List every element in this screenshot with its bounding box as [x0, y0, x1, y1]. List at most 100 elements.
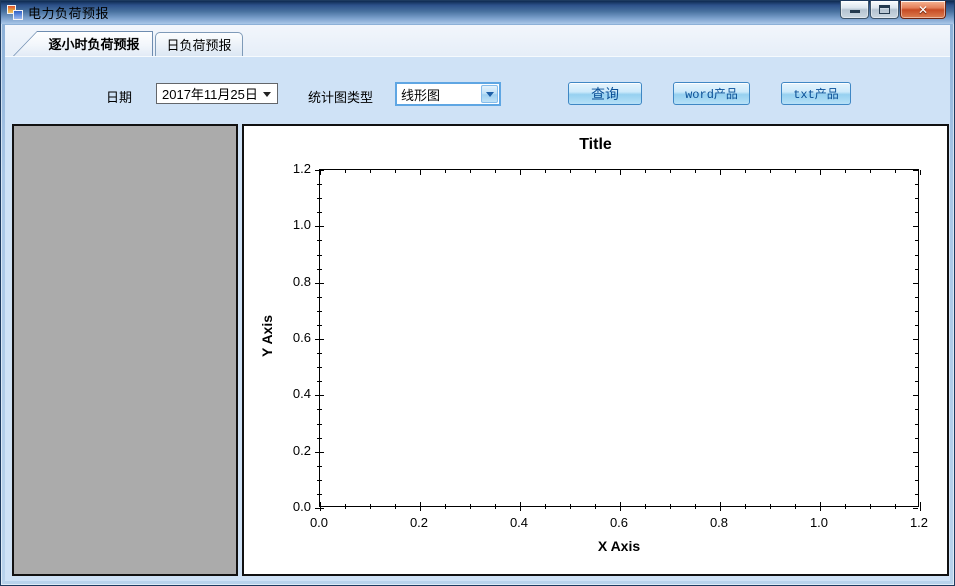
- window-title: 电力负荷预报: [28, 6, 110, 21]
- txt-export-button[interactable]: txt产品: [781, 82, 851, 105]
- tick-mark: [915, 493, 918, 495]
- tick-mark: [915, 324, 918, 326]
- tick-label: 0.2: [409, 515, 429, 530]
- tick-mark: [915, 310, 918, 312]
- tick-mark: [315, 395, 324, 397]
- tick-mark: [795, 504, 796, 509]
- tick-mark: [695, 504, 696, 509]
- tick-label: 0.6: [292, 330, 311, 345]
- app-icon-front-square: [13, 10, 23, 20]
- close-button[interactable]: ✕: [900, 1, 946, 19]
- tick-mark: [317, 353, 322, 355]
- left-panel: [12, 124, 238, 576]
- tick-mark: [317, 437, 322, 439]
- date-picker[interactable]: 2017年11月25日: [156, 83, 278, 104]
- tick-mark: [495, 504, 496, 509]
- tick-mark: [915, 381, 918, 383]
- tick-mark: [317, 324, 322, 326]
- tick-mark: [920, 170, 921, 175]
- word-export-button[interactable]: word产品: [673, 82, 750, 105]
- tick-mark: [915, 212, 918, 214]
- tick-mark: [745, 170, 746, 173]
- tick-mark: [317, 198, 322, 200]
- tick-mark: [913, 170, 918, 171]
- maximize-icon: [879, 5, 890, 14]
- tab-daily-forecast[interactable]: 日负荷预报: [155, 32, 243, 56]
- tab-hourly-forecast[interactable]: 逐小时负荷预报: [13, 31, 153, 56]
- tick-mark: [370, 504, 371, 509]
- tick-mark: [915, 198, 918, 200]
- chart-type-select[interactable]: 线形图: [395, 82, 501, 106]
- tick-mark: [315, 170, 324, 171]
- tick-mark: [317, 240, 322, 242]
- window-controls: ✕: [840, 1, 946, 19]
- tick-mark: [317, 381, 322, 383]
- tick-mark: [870, 170, 871, 173]
- date-picker-value: 2017年11月25日: [162, 87, 258, 102]
- tick-label: 0.0: [309, 515, 329, 530]
- tick-mark: [915, 268, 918, 270]
- tick-mark: [470, 504, 471, 509]
- chart-type-dropdown-button[interactable]: [481, 85, 498, 103]
- tick-mark: [420, 170, 421, 175]
- tick-label: 1.0: [809, 515, 829, 530]
- tick-label: 0.4: [509, 515, 529, 530]
- tick-mark: [320, 502, 321, 511]
- tick-mark: [470, 170, 471, 173]
- tick-mark: [317, 493, 322, 495]
- tick-mark: [570, 504, 571, 509]
- tick-label: 0.8: [709, 515, 729, 530]
- tick-mark: [915, 437, 918, 439]
- tick-mark: [317, 296, 322, 298]
- tick-mark: [315, 226, 324, 228]
- tick-mark: [645, 170, 646, 173]
- close-icon: ✕: [917, 2, 929, 17]
- tick-mark: [317, 254, 322, 256]
- tick-mark: [370, 170, 371, 173]
- chart-panel: Title Y Axis X Axis 0.0 0.2 0.4 0.6 0.8 1.0 1.…: [242, 124, 949, 576]
- tick-mark: [317, 310, 322, 312]
- tick-mark: [845, 504, 846, 509]
- query-button[interactable]: 查询: [568, 82, 642, 105]
- tick-mark: [913, 508, 918, 509]
- tab-page-hourly: 日期 2017年11月25日 统计图类型 线形图 查询 word产品 txt产品…: [5, 56, 950, 581]
- tick-mark: [570, 170, 571, 173]
- tick-label: 0.8: [292, 273, 311, 289]
- chevron-down-icon: [485, 91, 494, 97]
- tick-mark: [913, 451, 918, 453]
- tick-mark: [895, 170, 896, 173]
- tick-mark: [915, 465, 918, 467]
- maximize-button[interactable]: [870, 1, 899, 19]
- tick-mark: [620, 502, 621, 511]
- tick-mark: [913, 339, 918, 340]
- tab-strip: 逐小时负荷预报 日负荷预报: [5, 25, 950, 56]
- tick-mark: [915, 240, 918, 242]
- x-axis-label: X Axis: [597, 538, 641, 554]
- tick-label: 0.0: [292, 499, 311, 514]
- tick-mark: [545, 504, 546, 509]
- tick-mark: [913, 226, 918, 228]
- tick-mark: [595, 504, 596, 509]
- tick-label: 1.0: [292, 217, 311, 233]
- tick-mark: [915, 296, 918, 298]
- tick-mark: [315, 508, 324, 509]
- tick-label: 0.2: [292, 442, 311, 458]
- tab-hourly-label: 逐小时负荷预报: [48, 37, 140, 52]
- tick-mark: [915, 254, 918, 256]
- tick-label: 0.6: [609, 515, 629, 530]
- tick-label: 1.2: [909, 515, 929, 530]
- minimize-icon: [850, 10, 860, 13]
- tick-mark: [317, 409, 322, 411]
- tick-mark: [915, 367, 918, 369]
- date-label: 日期: [106, 90, 133, 105]
- plot-area: [315, 169, 921, 511]
- tick-mark: [913, 395, 918, 397]
- tick-mark: [317, 268, 322, 270]
- tick-mark: [720, 502, 721, 511]
- tick-mark: [915, 423, 918, 425]
- tick-mark: [915, 479, 918, 481]
- tick-mark: [420, 502, 421, 511]
- minimize-button[interactable]: [840, 1, 869, 19]
- tick-mark: [720, 170, 721, 175]
- chart-type-value: 线形图: [401, 87, 441, 103]
